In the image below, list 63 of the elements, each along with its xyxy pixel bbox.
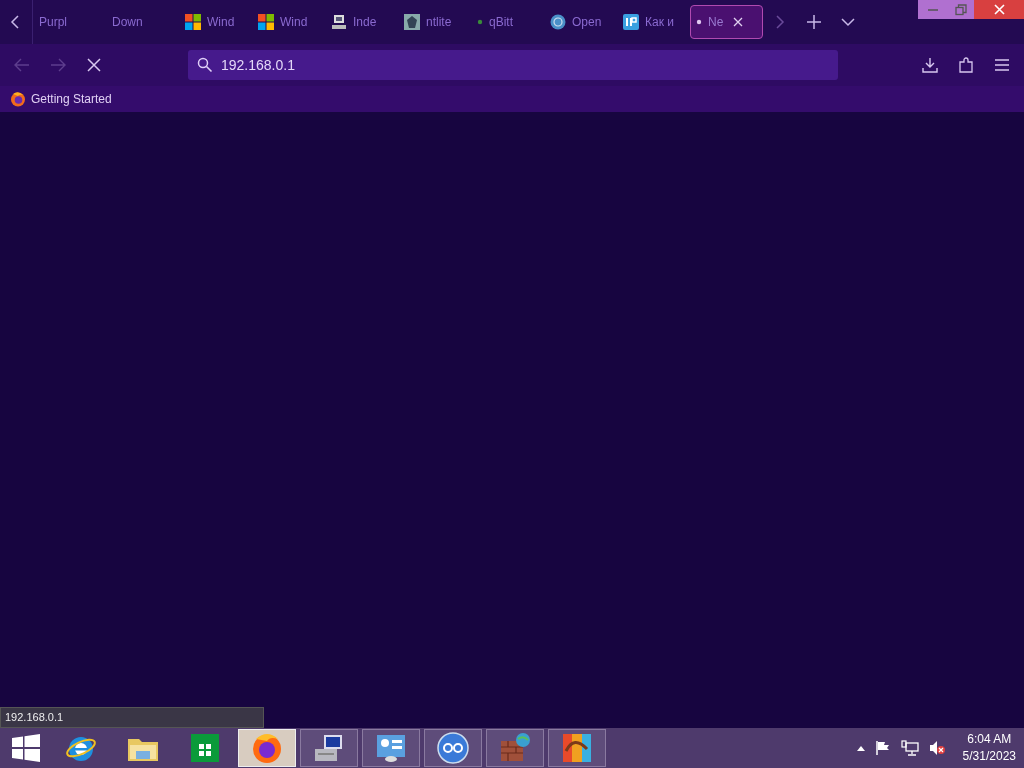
windows-logo-icon bbox=[12, 734, 40, 762]
close-button[interactable] bbox=[974, 0, 1024, 19]
browser-tab[interactable]: Purpl bbox=[33, 5, 106, 39]
network-icon[interactable] bbox=[900, 740, 919, 756]
browser-tab[interactable]: qBitt bbox=[471, 5, 544, 39]
back-arrow-icon bbox=[14, 58, 30, 72]
windows-logo-icon bbox=[258, 14, 274, 30]
tab-title: Wind bbox=[207, 15, 235, 29]
tab-title: Purpl bbox=[39, 15, 67, 29]
ip-badge-icon bbox=[623, 14, 639, 30]
fox-globe-icon bbox=[250, 731, 284, 765]
browser-tab[interactable]: ntlite bbox=[398, 5, 471, 39]
clock-date[interactable]: 5/31/2023 bbox=[962, 748, 1016, 765]
menu-icon bbox=[994, 58, 1010, 72]
address-bar[interactable]: 192.168.0.1 bbox=[188, 50, 838, 80]
emblem-icon bbox=[404, 14, 420, 30]
taskbar-app-button[interactable] bbox=[300, 729, 358, 767]
tab-title: Down bbox=[112, 15, 143, 29]
plus-icon bbox=[807, 15, 821, 29]
tab-title: Ne bbox=[708, 15, 724, 29]
taskbar-app-button[interactable] bbox=[548, 729, 606, 767]
search-icon bbox=[197, 57, 213, 73]
tab-title: qBitt bbox=[489, 15, 513, 29]
browser-tab[interactable]: Как и bbox=[617, 5, 690, 39]
store-bag-icon bbox=[188, 731, 222, 765]
fox-globe-icon bbox=[10, 91, 26, 107]
computer-icon bbox=[331, 14, 347, 30]
browser-tab[interactable]: Wind bbox=[252, 5, 325, 39]
windows-logo-icon bbox=[185, 14, 201, 30]
download-icon bbox=[922, 57, 938, 73]
close-icon bbox=[993, 4, 1005, 15]
tab-title: Как и bbox=[645, 15, 674, 29]
minimize-icon bbox=[928, 8, 938, 11]
muted-speaker-icon[interactable] bbox=[928, 740, 947, 756]
show-hidden-icons-icon[interactable] bbox=[856, 745, 865, 751]
striped-tiles-icon bbox=[560, 731, 594, 765]
bookmark-link[interactable]: Getting Started bbox=[10, 91, 112, 107]
chevron-right-icon bbox=[775, 15, 785, 29]
globe-icon bbox=[550, 14, 566, 30]
dot-icon bbox=[477, 19, 483, 25]
tab-title: Wind bbox=[280, 15, 308, 29]
taskbar-app-button[interactable] bbox=[362, 729, 420, 767]
qb-logo-icon bbox=[436, 731, 470, 765]
flag-icon[interactable] bbox=[874, 740, 891, 756]
tab-title: Open bbox=[572, 15, 602, 29]
browser-tab[interactable]: Wind bbox=[179, 5, 252, 39]
forward-arrow-icon bbox=[50, 58, 66, 72]
tab-title: ntlite bbox=[426, 15, 452, 29]
browser-tab[interactable]: Down bbox=[106, 5, 179, 39]
browser-tab[interactable]: Open bbox=[544, 5, 617, 39]
tab-title: Inde bbox=[353, 15, 377, 29]
browser-tab[interactable]: Ne bbox=[690, 5, 763, 39]
stop-icon bbox=[87, 58, 101, 72]
restore-icon bbox=[955, 3, 967, 16]
close-tab-icon[interactable] bbox=[733, 17, 744, 27]
chevron-down-icon bbox=[841, 17, 855, 27]
browser-tab[interactable]: Inde bbox=[325, 5, 398, 39]
puzzle-icon bbox=[958, 57, 974, 73]
chevron-left-icon bbox=[10, 15, 22, 29]
status-link-preview: 192.168.0.1 bbox=[0, 707, 264, 728]
dot-icon bbox=[696, 19, 702, 25]
taskbar-app-button[interactable] bbox=[424, 729, 482, 767]
clock-time[interactable]: 6:04 AM bbox=[967, 731, 1012, 748]
